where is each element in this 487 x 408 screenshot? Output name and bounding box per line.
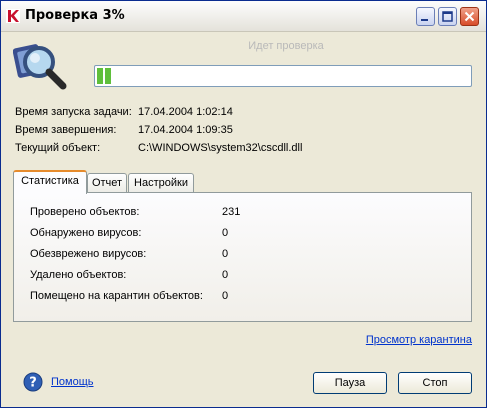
help-question-icon[interactable]: ? xyxy=(23,372,43,392)
stat-label-deleted: Удалено объектов: xyxy=(30,269,127,281)
window-content: Идет проверка Время запуска задачи: 17.0… xyxy=(1,32,486,407)
end-time-label: Время завершения: xyxy=(15,124,117,136)
scan-status: Идет проверка xyxy=(248,40,324,52)
current-object-value: C:\WINDOWS\system32\cscdll.dll xyxy=(138,142,303,154)
close-button[interactable] xyxy=(460,7,479,26)
magnifier-scan-icon xyxy=(13,44,67,90)
stat-value-disinfected: 0 xyxy=(222,248,229,260)
scan-window: Проверка 3% Идет проверка Время запуска … xyxy=(0,0,487,408)
stat-value-deleted: 0 xyxy=(222,269,229,281)
stat-label-disinfected: Обезврежено вирусов: xyxy=(30,248,147,260)
minimize-icon xyxy=(421,19,428,21)
tab-settings[interactable]: Настройки xyxy=(128,173,194,193)
stat-value-checked: 231 xyxy=(222,206,241,218)
stop-button[interactable]: Стоп xyxy=(398,372,472,394)
scan-progress-bar xyxy=(94,65,472,87)
tab-report[interactable]: Отчет xyxy=(87,173,127,193)
svg-text:?: ? xyxy=(29,376,37,391)
progress-fill xyxy=(97,68,111,84)
start-time-label: Время запуска задачи: xyxy=(15,106,132,118)
close-icon xyxy=(464,11,475,22)
stat-label-checked: Проверено объектов: xyxy=(30,206,140,218)
view-quarantine-link[interactable]: Просмотр карантина xyxy=(366,334,472,346)
stat-value-quarantined: 0 xyxy=(222,290,229,302)
current-object-label: Текущий объект: xyxy=(15,142,101,154)
tab-statistics[interactable]: Статистика xyxy=(13,170,87,194)
stat-label-quarantined: Помещено на карантин объектов: xyxy=(30,290,203,302)
minimize-button[interactable] xyxy=(416,7,435,26)
pause-button[interactable]: Пауза xyxy=(313,372,387,394)
stat-value-detected: 0 xyxy=(222,227,229,239)
stat-label-detected: Обнаружено вирусов: xyxy=(30,227,142,239)
maximize-icon xyxy=(442,11,453,22)
end-time-value: 17.04.2004 1:09:35 xyxy=(138,124,233,136)
maximize-button[interactable] xyxy=(438,7,457,26)
window-title: Проверка 3% xyxy=(25,8,125,23)
title-bar[interactable]: Проверка 3% xyxy=(1,1,486,32)
kaspersky-k-icon xyxy=(6,9,20,23)
statistics-panel: Проверено объектов: 231 Обнаружено вирус… xyxy=(13,192,472,322)
start-time-value: 17.04.2004 1:02:14 xyxy=(138,106,233,118)
help-link[interactable]: Помощь xyxy=(51,376,94,388)
